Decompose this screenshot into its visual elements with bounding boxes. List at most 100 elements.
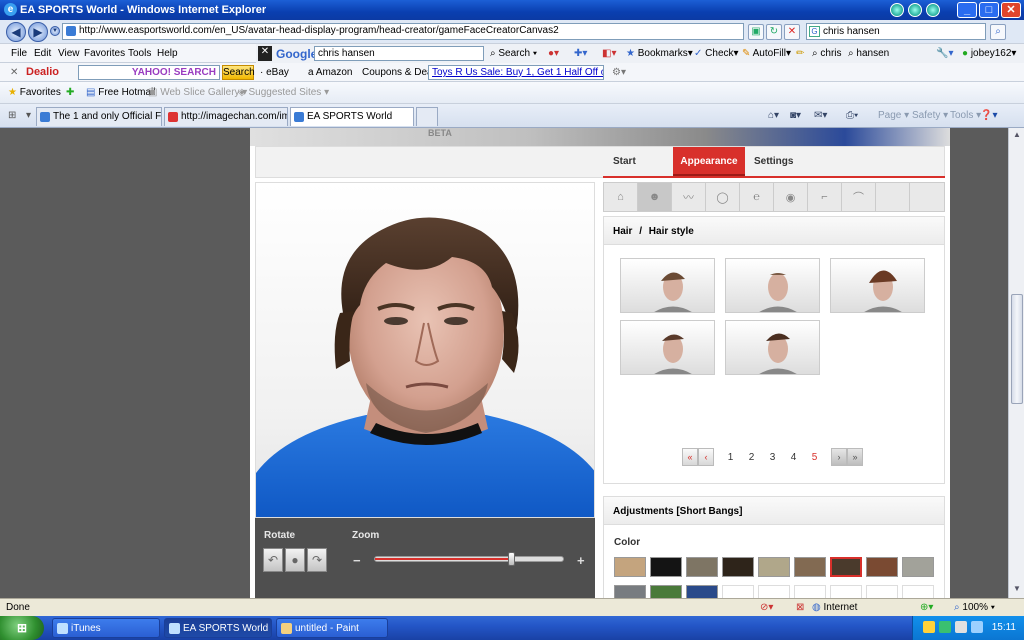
security-icon[interactable]: ⊘▾ (760, 602, 773, 613)
task-itunes[interactable]: iTunes (52, 618, 160, 638)
yahoo-search-button[interactable]: Search (222, 65, 255, 80)
color-swatch[interactable] (902, 557, 934, 577)
quick-tabs-icon[interactable]: ⊞ (8, 110, 16, 121)
color-swatch[interactable] (866, 557, 898, 577)
menu-favorites[interactable]: Favorites (84, 48, 125, 59)
start-button[interactable]: ⊞ (0, 616, 44, 640)
plus-icon[interactable]: ✚▾ (574, 48, 587, 59)
avatar-preview[interactable] (255, 182, 595, 518)
menu-tools[interactable]: Tools (128, 48, 151, 59)
favorites-button[interactable]: ★ Favorites (8, 87, 61, 98)
hair-style-thumb[interactable] (620, 258, 715, 313)
mail-icon[interactable]: ✉▾ (814, 110, 827, 121)
first-page-button[interactable]: « (682, 448, 698, 466)
tray-orb-icon[interactable] (926, 3, 940, 17)
tab-ea-sports-world[interactable]: EA SPORTS World (290, 107, 414, 126)
protected-mode-icon[interactable]: ⊕▾ (920, 602, 933, 613)
ad-link[interactable]: Toys R Us Sale: Buy 1, Get 1 Half Off on (428, 65, 604, 80)
tray-orb-icon[interactable] (890, 3, 904, 17)
eye-feature-icon[interactable]: ◉ (774, 183, 808, 211)
menu-edit[interactable]: Edit (34, 48, 51, 59)
google-search-input[interactable]: chris hansen (314, 46, 484, 61)
rotate-left-button[interactable]: ↶ (263, 548, 283, 572)
scrollbar-thumb[interactable] (1011, 294, 1023, 404)
user-account[interactable]: ● jobey162▾ (962, 48, 1016, 59)
google-search-button[interactable]: ⌕ Search ▾ (490, 48, 537, 59)
rotate-right-button[interactable]: ↷ (307, 548, 327, 572)
tab-imagechan[interactable]: http://imagechan.com/image... (164, 107, 288, 126)
maximize-button[interactable]: □ (979, 2, 999, 18)
head-shape-feature-icon[interactable]: ◯ (706, 183, 740, 211)
color-swatch[interactable] (614, 585, 646, 598)
color-swatch[interactable] (650, 557, 682, 577)
refresh-icon[interactable]: ↻ (766, 24, 782, 40)
nose-feature-icon[interactable]: ⌐ (808, 183, 842, 211)
color-swatch[interactable] (722, 585, 754, 598)
tab-start[interactable]: Start (613, 156, 636, 167)
color-swatch[interactable] (830, 557, 862, 577)
color-swatch[interactable] (722, 557, 754, 577)
tab-fifa[interactable]: The 1 and only Official FIFA t... (36, 107, 162, 126)
mouth-feature-icon[interactable]: ⌒ (842, 183, 876, 211)
tab-appearance[interactable]: Appearance (673, 147, 745, 177)
tab-settings[interactable]: Settings (754, 156, 793, 167)
hair-feature-icon[interactable]: ☻ (638, 183, 672, 211)
zoom-level[interactable]: ⌕ 100% ▾ (954, 602, 995, 613)
fav-item-web-slice[interactable]: ▣ Web Slice Gallery ▾ (148, 87, 247, 98)
hair-style-thumb[interactable] (725, 320, 820, 375)
prev-page-button[interactable]: ‹ (698, 448, 714, 466)
close-dealio-icon[interactable]: ✕ (10, 67, 18, 78)
scroll-up-icon[interactable]: ▲ (1011, 130, 1023, 142)
vertical-scrollbar[interactable]: ▲ ▼ (1008, 128, 1024, 598)
menu-view[interactable]: View (58, 48, 80, 59)
color-swatch[interactable] (650, 585, 682, 598)
history-dropdown-icon[interactable]: ▼ (50, 26, 60, 36)
color-swatch[interactable] (758, 585, 790, 598)
bookmarks-button[interactable]: ★ Bookmarks▾ (626, 48, 693, 59)
link-ebay[interactable]: · eBay (260, 67, 289, 78)
zoom-slider-thumb[interactable] (507, 552, 515, 566)
close-toolbar-icon[interactable]: ✕ (258, 46, 272, 61)
add-favorite-icon[interactable]: ✚ (66, 87, 74, 98)
search-input[interactable]: G chris hansen (806, 23, 986, 40)
zoom-slider[interactable] (374, 552, 564, 566)
page-link-3[interactable]: 3 (762, 452, 783, 463)
menu-safety[interactable]: Safety ▾ (912, 110, 948, 121)
home-icon[interactable]: ⌂▾ (768, 110, 779, 121)
page-link-2[interactable]: 2 (741, 452, 762, 463)
color-swatch[interactable] (902, 585, 934, 598)
rotate-reset-button[interactable]: ● (285, 548, 305, 572)
pagerank-icon[interactable]: ◧▾ (602, 48, 616, 59)
highlight-icon[interactable]: ✏ (796, 48, 804, 59)
fav-item-suggested[interactable]: ◈ Suggested Sites ▾ (238, 87, 329, 98)
zoom-in-button[interactable]: + (577, 553, 585, 568)
compatibility-icon[interactable]: ▣ (748, 24, 764, 40)
search-go-icon[interactable]: ⌕ (990, 24, 1006, 40)
ear-feature-icon[interactable]: ℮ (740, 183, 774, 211)
menu-tools-cmd[interactable]: Tools ▾ (950, 110, 981, 121)
color-swatch[interactable] (794, 585, 826, 598)
feeds-icon[interactable]: ◙▾ (790, 110, 801, 121)
settings-wrench-icon[interactable]: 🔧▾ (936, 48, 953, 59)
help-icon[interactable]: ❓▾ (980, 110, 997, 121)
print-icon[interactable]: ⎙▾ (846, 110, 858, 121)
tab-list-icon[interactable]: ▾ (26, 110, 31, 121)
stop-icon[interactable]: ✕ (784, 24, 800, 40)
tray-orb-icon[interactable] (908, 3, 922, 17)
back-button[interactable]: ◀ (6, 22, 26, 42)
menu-file[interactable]: File (11, 48, 27, 59)
task-paint[interactable]: untitled - Paint (276, 618, 388, 638)
page-link-5[interactable]: 5 (804, 452, 825, 463)
color-swatch[interactable] (614, 557, 646, 577)
eyebrow-feature-icon[interactable]: 〰 (672, 183, 706, 211)
zoom-out-button[interactable]: − (353, 553, 361, 568)
color-swatch[interactable] (758, 557, 790, 577)
tray-volume-icon[interactable] (971, 621, 983, 633)
autofill-button[interactable]: ✎ AutoFill▾ (742, 48, 791, 59)
hair-style-thumb[interactable] (725, 258, 820, 313)
scroll-down-icon[interactable]: ▼ (1011, 584, 1023, 596)
hair-style-thumb[interactable] (620, 320, 715, 375)
color-swatch[interactable] (830, 585, 862, 598)
internet-zone[interactable]: ◍ Internet (812, 602, 857, 613)
hair-style-thumb[interactable] (830, 258, 925, 313)
